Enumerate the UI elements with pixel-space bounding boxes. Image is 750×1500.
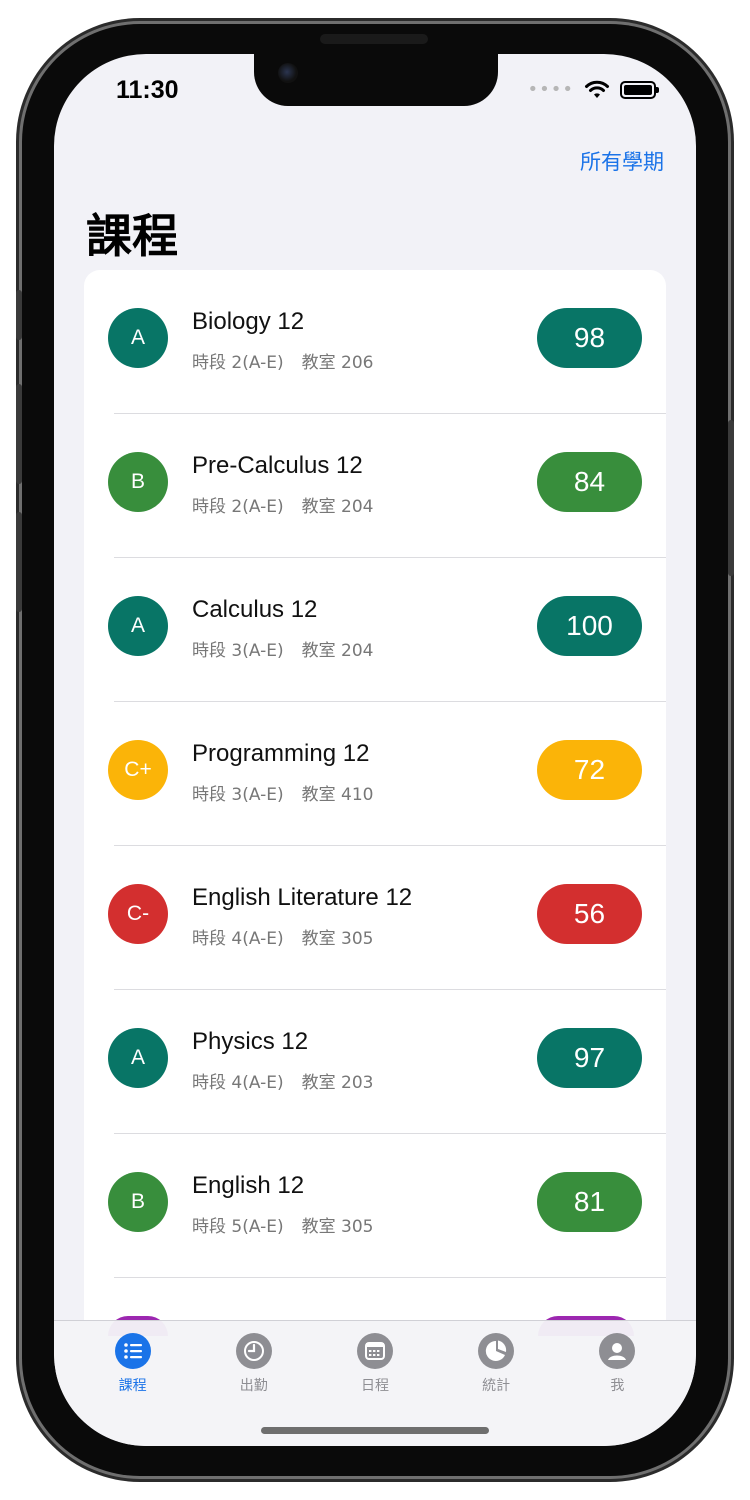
course-name: Pre-Calculus 12 [192,452,363,479]
score-pill: 56 [537,884,642,944]
screen: 11:30 •••• 所有學期 課程 A Biology 12 時段 2(A-E… [54,54,696,1446]
grade-letter-badge: A [108,1028,168,1088]
tab-courses[interactable]: 課程 [78,1333,188,1446]
course-room: 教室 305 [301,929,374,949]
all-semesters-button[interactable]: 所有學期 [580,146,664,176]
volume-up-button [16,384,22,484]
power-button [728,420,734,576]
grade-letter-badge: B [108,452,168,512]
silent-switch [16,290,22,340]
speaker-grille [320,34,428,44]
grade-letter-badge: C+ [108,740,168,800]
course-name: English Literature 12 [192,884,413,911]
tab-label: 統計 [482,1378,511,1394]
course-row[interactable]: C- English Literature 12 時段 4(A-E) 教室 305… [84,846,666,990]
course-name: Programming 12 [192,740,370,767]
score-pill: 72 [537,740,642,800]
course-row[interactable]: B Pre-Calculus 12 時段 2(A-E) 教室 204 84 [84,414,666,558]
tab-label: 我 [610,1378,625,1394]
wifi-icon [585,80,609,98]
grade-letter-badge: A [108,596,168,656]
grade-letter-badge: B [108,1172,168,1232]
course-room: 教室 204 [301,641,374,661]
course-name: Biology 12 [192,308,305,335]
clock-icon [235,1333,272,1369]
course-meta: 時段 4(A-E) 教室 203 [192,1068,373,1093]
score-pill: 97 [537,1028,642,1088]
course-list: A Biology 12 時段 2(A-E) 教室 206 98 B Pre-Ca… [84,270,666,1390]
course-period: 時段 4(A-E) [192,929,284,949]
course-room: 教室 305 [301,1217,374,1237]
score-pill: 98 [537,308,642,368]
course-name: Physics 12 [192,1028,309,1055]
status-time: 11:30 [116,76,179,104]
grade-letter-badge: A [108,308,168,368]
course-room: 教室 203 [301,1073,374,1093]
score-pill: 100 [537,596,642,656]
course-period: 時段 2(A-E) [192,497,284,517]
course-room: 教室 204 [301,497,374,517]
course-row[interactable]: A Biology 12 時段 2(A-E) 教室 206 98 [84,270,666,414]
grade-letter-badge: C- [108,884,168,944]
course-row[interactable]: A Physics 12 時段 4(A-E) 教室 203 97 [84,990,666,1134]
course-period: 時段 4(A-E) [192,1073,284,1093]
course-name: English 12 [192,1172,305,1199]
course-row[interactable]: C+ Programming 12 時段 3(A-E) 教室 410 72 [84,702,666,846]
page-title: 課程 [86,209,178,263]
home-indicator[interactable] [261,1427,489,1434]
tab-label: 日程 [360,1378,389,1394]
course-meta: 時段 2(A-E) 教室 204 [192,492,373,517]
row-divider [114,1277,666,1278]
volume-down-button [16,512,22,612]
course-meta: 時段 2(A-E) 教室 206 [192,348,373,373]
status-icons: •••• [527,79,659,100]
course-meta: 時段 3(A-E) 教室 204 [192,636,373,661]
tab-label: 出勤 [239,1378,268,1394]
battery-icon [620,81,659,99]
pie-chart-icon [478,1333,515,1369]
score-pill: 81 [537,1172,642,1232]
notch [254,54,498,106]
course-room: 教室 206 [301,353,374,373]
course-name: Calculus 12 [192,596,318,623]
course-meta: 時段 3(A-E) 教室 410 [192,780,373,805]
course-meta: 時段 5(A-E) 教室 305 [192,1212,373,1237]
score-pill: 84 [537,452,642,512]
camera [278,63,298,83]
course-row[interactable]: A Calculus 12 時段 3(A-E) 教室 204 100 [84,558,666,702]
course-period: 時段 3(A-E) [192,641,284,661]
course-row[interactable]: B English 12 時段 5(A-E) 教室 305 81 [84,1134,666,1278]
tab-label: 課程 [118,1378,147,1394]
course-period: 時段 2(A-E) [192,353,284,373]
course-period: 時段 3(A-E) [192,785,284,805]
course-meta: 時段 4(A-E) 教室 305 [192,924,373,949]
person-icon [599,1333,636,1369]
course-room: 教室 410 [301,785,374,805]
tab-me[interactable]: 我 [562,1333,672,1446]
course-period: 時段 5(A-E) [192,1217,284,1237]
signal-icon: •••• [527,79,574,100]
list-icon [114,1333,151,1369]
calendar-icon [356,1333,393,1369]
